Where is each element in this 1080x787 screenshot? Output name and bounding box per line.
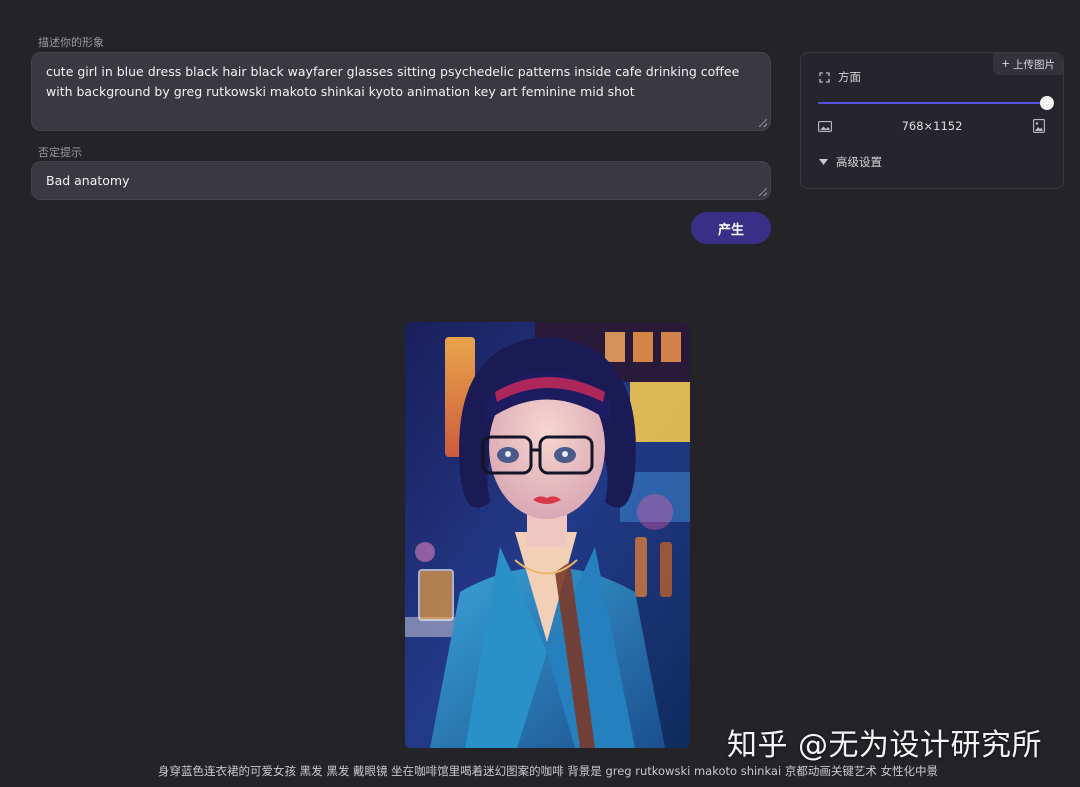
resize-handle[interactable] — [759, 119, 767, 127]
advanced-settings-label: 高级设置 — [836, 155, 882, 169]
upload-image-label: 上传图片 — [1013, 58, 1055, 71]
generate-button[interactable]: 产生 — [691, 212, 771, 244]
aspect-label: 方面 — [838, 70, 861, 84]
caret-down-icon — [819, 158, 828, 165]
plus-icon: + — [1001, 58, 1010, 70]
slider-thumb[interactable] — [1040, 96, 1054, 110]
generated-image[interactable] — [405, 322, 690, 748]
negative-prompt-textarea[interactable]: Bad anatomy — [31, 161, 771, 200]
expand-icon — [819, 71, 830, 83]
aspect-slider[interactable] — [818, 96, 1054, 110]
prompt-text: cute girl in blue dress black hair black… — [46, 64, 740, 99]
resize-handle[interactable] — [759, 188, 767, 196]
upload-image-button[interactable]: + 上传图片 — [993, 53, 1063, 75]
negative-prompt-text: Bad anatomy — [46, 173, 130, 188]
negative-prompt-label: 否定提示 — [38, 146, 82, 159]
anime-girl-illustration — [405, 322, 690, 748]
prompt-textarea[interactable]: cute girl in blue dress black hair black… — [31, 52, 771, 131]
image-caption: 身穿蓝色连衣裙的可爱女孩 黑发 黑发 戴眼镜 坐在咖啡馆里喝着迷幻图案的咖啡 背… — [158, 764, 938, 778]
aspect-row: 方面 — [819, 69, 861, 85]
settings-panel: + 上传图片 方面 768×1152 高级设置 — [800, 52, 1064, 189]
portrait-image-icon[interactable] — [1033, 119, 1045, 133]
watermark: 知乎 @无为设计研究所 — [727, 728, 1043, 763]
slider-fill — [818, 102, 1047, 104]
dimensions-readout: 768×1152 — [901, 119, 963, 133]
advanced-settings-toggle[interactable]: 高级设置 — [819, 154, 882, 170]
prompt-label: 描述你的形象 — [38, 36, 104, 49]
